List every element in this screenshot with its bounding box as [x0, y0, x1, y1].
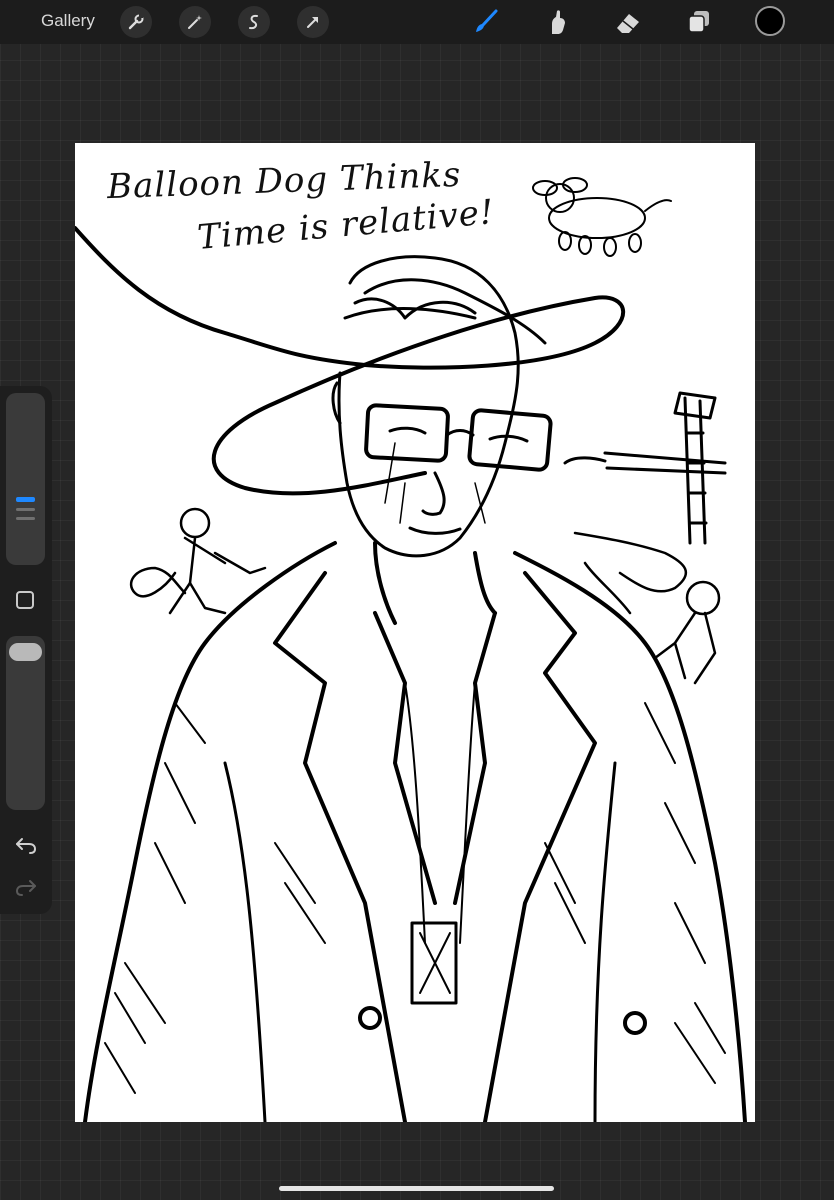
sketch-artwork: [75, 177, 747, 1122]
drawing-canvas[interactable]: Balloon Dog Thinks Time is relative!: [75, 143, 755, 1122]
selection-icon[interactable]: [238, 6, 270, 38]
brush-icon[interactable]: [469, 6, 503, 38]
slider-mark: [16, 517, 35, 520]
mast-doodle: [563, 391, 727, 545]
top-toolbar: Gallery: [0, 0, 834, 44]
left-sidebar: [0, 386, 52, 914]
balloon-string: [75, 226, 626, 496]
wrench-icon[interactable]: [120, 6, 152, 38]
undo-icon[interactable]: [13, 834, 39, 856]
redo-icon[interactable]: [13, 876, 39, 898]
portrait-head: [331, 255, 553, 558]
brush-size-indicator: [16, 497, 35, 502]
portrait-coat: [83, 541, 747, 1122]
brush-size-slider[interactable]: [6, 393, 45, 565]
opacity-thumb[interactable]: [9, 643, 42, 661]
color-picker-swatch[interactable]: [755, 6, 785, 36]
small-figures-left: [129, 507, 267, 615]
opacity-slider[interactable]: [6, 636, 45, 810]
magic-wand-icon[interactable]: [179, 6, 211, 38]
transform-arrow-icon[interactable]: [297, 6, 329, 38]
home-indicator[interactable]: [279, 1186, 554, 1191]
slider-mark: [16, 508, 35, 511]
modify-button[interactable]: [16, 591, 34, 609]
balloon-dog-doodle: [532, 177, 672, 257]
layers-icon[interactable]: [682, 6, 716, 38]
small-figures-right: [573, 531, 721, 685]
gallery-button[interactable]: Gallery: [41, 11, 95, 31]
smudge-icon[interactable]: [540, 6, 574, 38]
eraser-icon[interactable]: [611, 6, 645, 38]
